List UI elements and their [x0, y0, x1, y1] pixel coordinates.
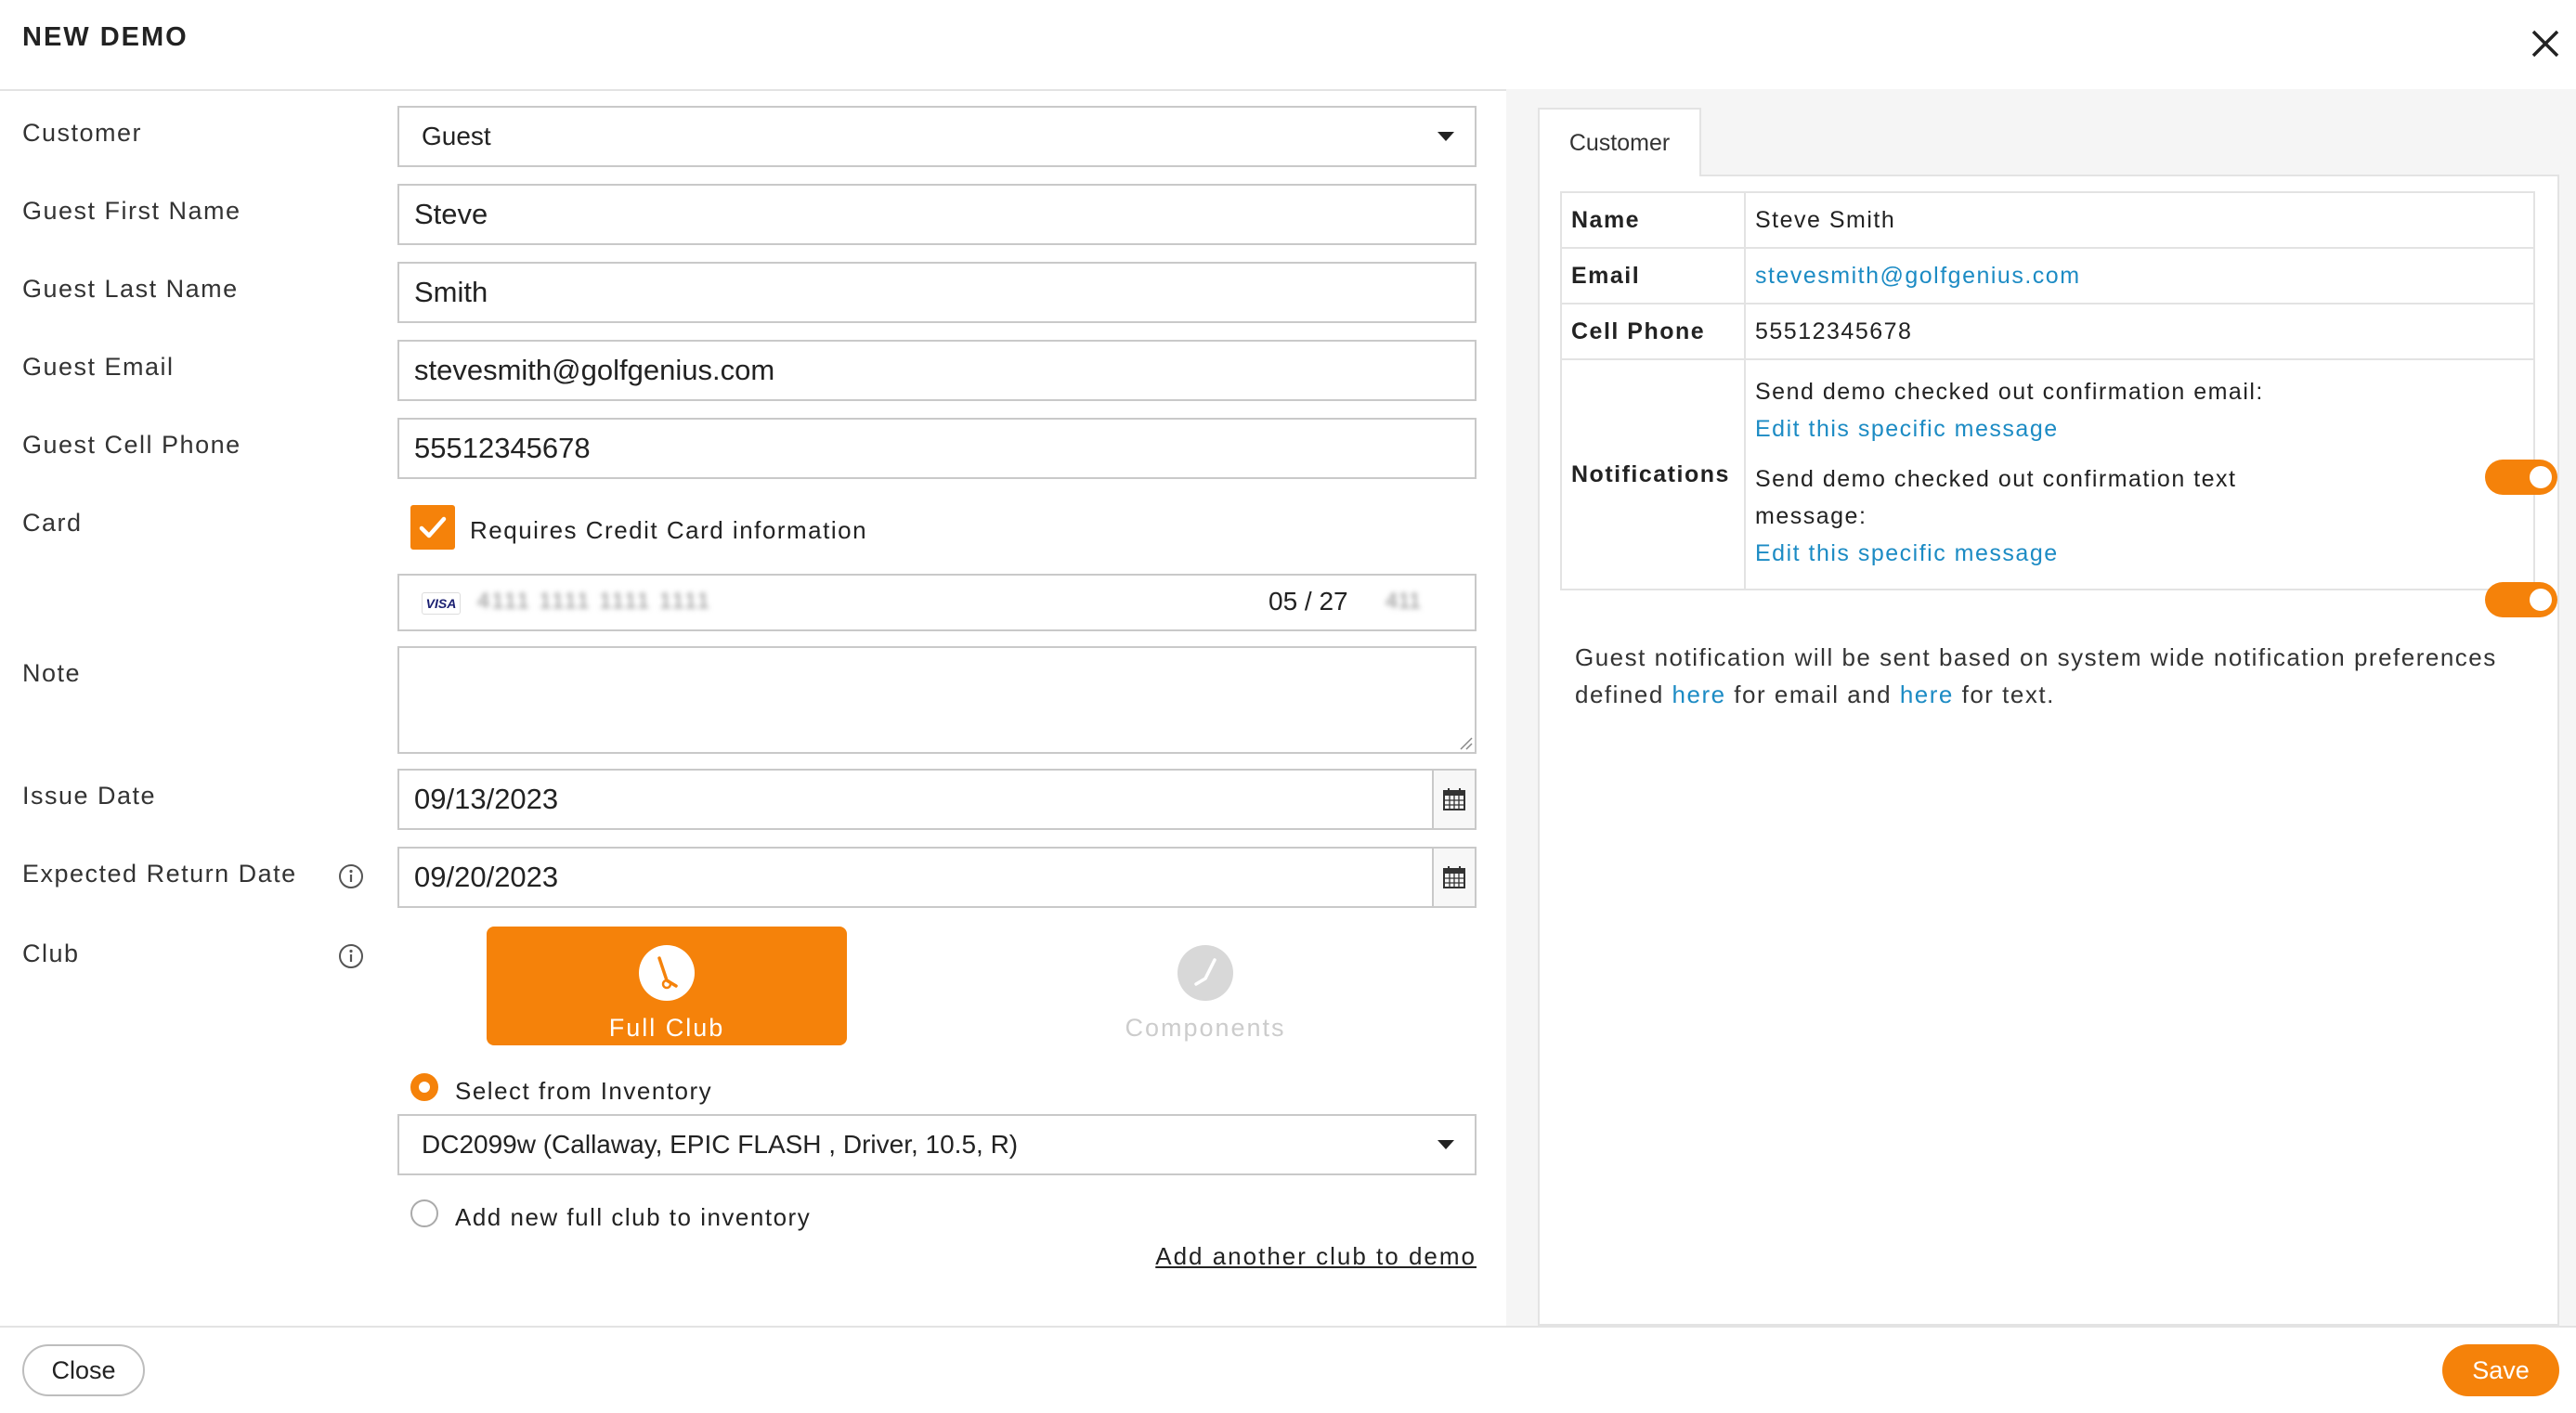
inventory-select[interactable]: DC2099w (Callaway, EPIC FLASH , Driver, … — [397, 1114, 1477, 1175]
email-label: Guest Email — [22, 353, 175, 381]
customer-select-value: Guest — [422, 122, 491, 150]
phone-input[interactable]: 55512345678 — [397, 418, 1477, 479]
email-preferences-link[interactable]: here — [1672, 681, 1726, 708]
first-name-input[interactable]: Steve — [397, 184, 1477, 245]
email-value: stevesmith@golfgenius.com — [414, 354, 775, 386]
first-name-value: Steve — [414, 198, 488, 230]
issue-date-input[interactable]: 09/13/2023 — [397, 769, 1477, 830]
last-name-label: Guest Last Name — [22, 275, 239, 303]
email-input[interactable]: stevesmith@golfgenius.com — [397, 340, 1477, 401]
club-label: Club — [22, 940, 80, 967]
phone-label: Guest Cell Phone — [22, 431, 241, 459]
name-value: Steve Smith — [1744, 191, 2535, 249]
text-preferences-link[interactable]: here — [1900, 681, 1954, 708]
golf-club-icon — [639, 945, 695, 1001]
requires-card-label: Requires Credit Card information — [470, 516, 868, 544]
chevron-down-icon — [1438, 132, 1454, 141]
email-notification-toggle[interactable] — [2485, 460, 2557, 495]
select-inventory-label: Select from Inventory — [455, 1077, 713, 1105]
tab-customer[interactable]: Customer — [1538, 108, 1701, 176]
save-button[interactable]: Save — [2442, 1344, 2559, 1396]
edit-text-message-link[interactable]: Edit this specific message — [1755, 535, 2331, 572]
customer-info-table: Name Steve Smith Email stevesmith@golfge… — [1560, 191, 2557, 617]
first-name-label: Guest First Name — [22, 197, 241, 225]
components-label: Components — [1125, 1014, 1286, 1042]
golf-club-icon — [1177, 945, 1233, 1001]
customer-select[interactable]: Guest — [397, 106, 1477, 167]
customer-label: Customer — [22, 119, 143, 147]
components-tile[interactable]: Components — [1025, 927, 1386, 1045]
footer-divider — [0, 1326, 2576, 1328]
notifications-cell: Send demo checked out confirmation email… — [1744, 358, 2557, 617]
table-row: Notifications Send demo checked out conf… — [1560, 358, 2557, 617]
calendar-icon[interactable] — [1432, 771, 1475, 828]
table-row: Name Steve Smith — [1560, 191, 2535, 249]
text-notification-toggle[interactable] — [2485, 582, 2557, 617]
notification-text-text: Send demo checked out confirmation text … — [1755, 466, 2237, 529]
card-label: Card — [22, 509, 83, 537]
card-cvc[interactable]: 411 — [1386, 589, 1421, 615]
notifications-key: Notifications — [1560, 358, 1746, 590]
full-club-tile[interactable]: Full Club — [487, 927, 847, 1045]
card-number[interactable]: 4111 1111 1111 1111 — [477, 589, 711, 615]
resize-handle-icon[interactable] — [1458, 735, 1473, 750]
add-another-club-link[interactable]: Add another club to demo — [1155, 1242, 1477, 1271]
full-club-label: Full Club — [608, 1014, 725, 1042]
phone-value: 55512345678 — [414, 432, 591, 464]
name-key: Name — [1560, 191, 1746, 249]
table-row: Cell Phone 55512345678 — [1560, 303, 2535, 360]
requires-card-checkbox[interactable] — [410, 505, 455, 550]
return-date-value: 09/20/2023 — [414, 861, 559, 893]
note-textarea[interactable] — [397, 646, 1477, 754]
notification-email-text: Send demo checked out confirmation email… — [1755, 379, 2264, 405]
guest-note-text: for email and — [1725, 681, 1900, 708]
add-new-club-radio[interactable] — [410, 1199, 438, 1227]
guest-notification-note: Guest notification will be sent based on… — [1575, 639, 2504, 713]
modal-title: NEW DEMO — [22, 22, 189, 52]
phone-value: 55512345678 — [1744, 303, 2535, 360]
return-date-label: Expected Return Date — [22, 860, 297, 888]
add-another-club-text: Add another club to demo — [1155, 1242, 1477, 1270]
check-icon — [419, 516, 447, 538]
last-name-input[interactable]: Smith — [397, 262, 1477, 323]
select-inventory-radio[interactable] — [410, 1073, 438, 1101]
table-row: Email stevesmith@golfgenius.com — [1560, 247, 2535, 305]
info-icon[interactable] — [338, 863, 364, 889]
card-input[interactable]: VISA 4111 1111 1111 1111 05 / 27 411 — [397, 574, 1477, 631]
visa-card-icon: VISA — [422, 592, 461, 615]
info-icon[interactable] — [338, 943, 364, 969]
guest-note-text: for text. — [1953, 681, 2055, 708]
email-key: Email — [1560, 247, 1746, 305]
issue-date-label: Issue Date — [22, 782, 157, 810]
close-icon[interactable] — [2522, 20, 2569, 67]
issue-date-value: 09/13/2023 — [414, 783, 559, 815]
close-button[interactable]: Close — [22, 1344, 145, 1396]
email-link[interactable]: stevesmith@golfgenius.com — [1744, 247, 2535, 305]
edit-email-message-link[interactable]: Edit this specific message — [1755, 410, 2331, 447]
chevron-down-icon — [1438, 1140, 1454, 1149]
note-label: Note — [22, 659, 82, 687]
calendar-icon[interactable] — [1432, 849, 1475, 906]
last-name-value: Smith — [414, 276, 488, 308]
return-date-input[interactable]: 09/20/2023 — [397, 847, 1477, 908]
phone-key: Cell Phone — [1560, 303, 1746, 360]
notification-item: Send demo checked out confirmation text … — [1755, 460, 2331, 572]
inventory-select-value: DC2099w (Callaway, EPIC FLASH , Driver, … — [422, 1130, 1019, 1159]
notification-item: Send demo checked out confirmation email… — [1755, 373, 2331, 447]
card-expiry[interactable]: 05 / 27 — [1268, 587, 1348, 616]
add-new-club-label: Add new full club to inventory — [455, 1203, 812, 1231]
modal-header — [0, 0, 2576, 91]
